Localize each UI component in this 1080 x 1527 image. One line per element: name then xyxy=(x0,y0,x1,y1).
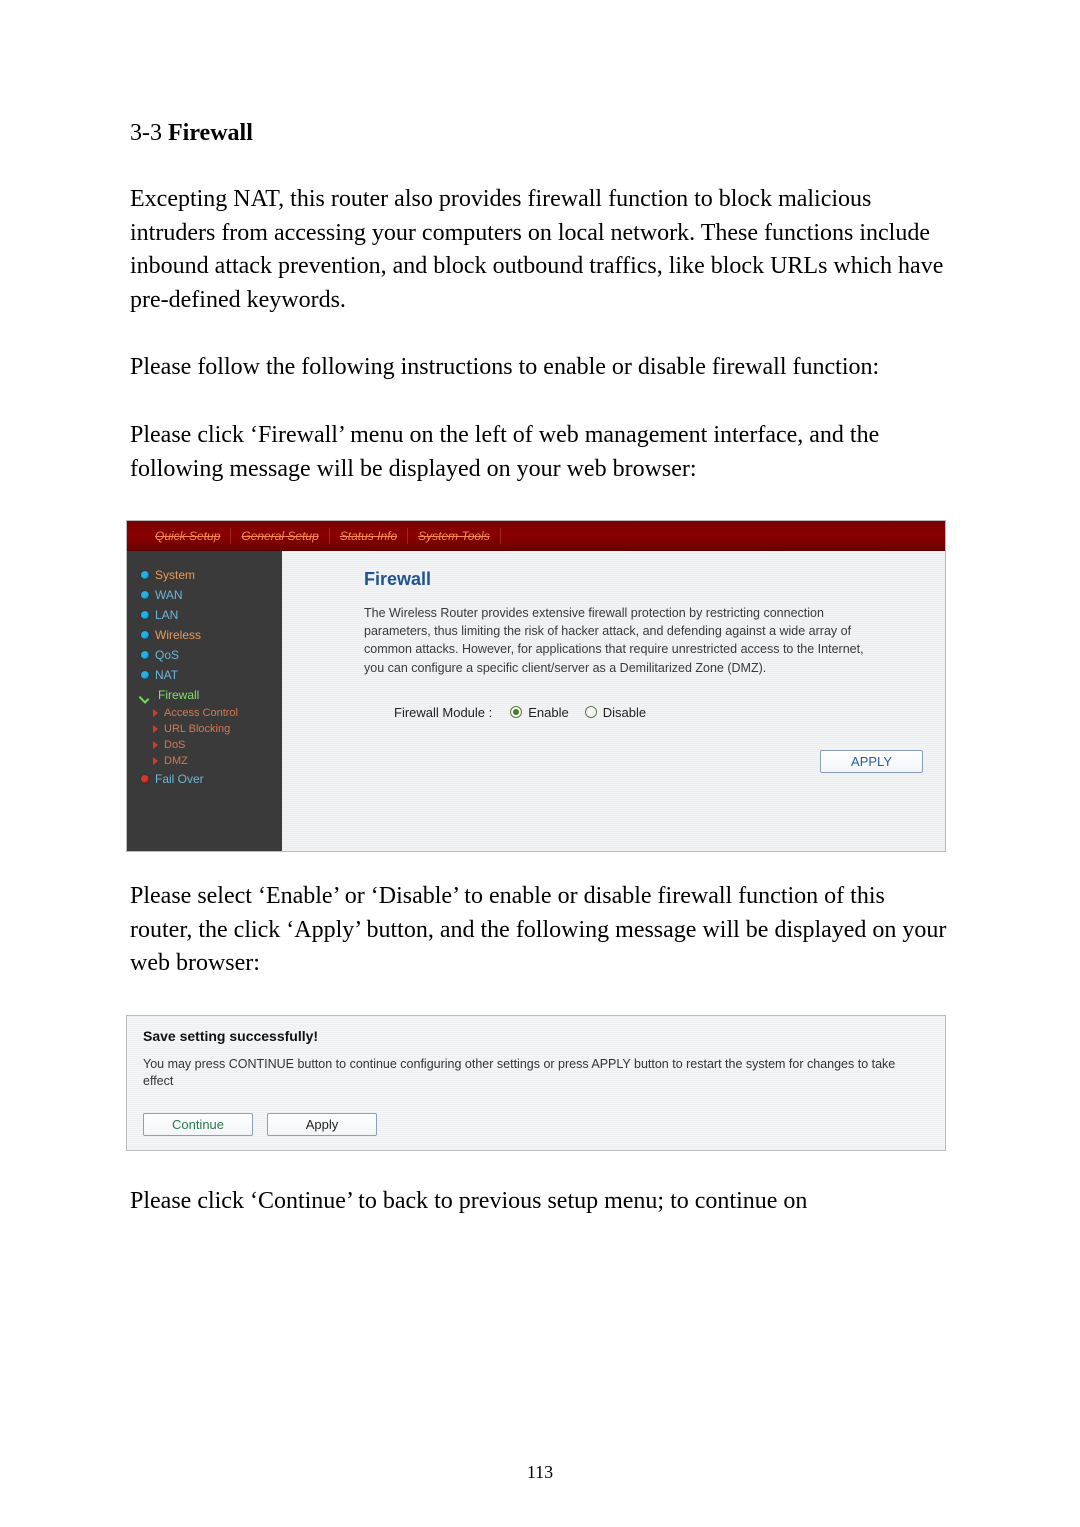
save-buttons-row: Continue Apply xyxy=(143,1113,929,1136)
paragraph: Please follow the following instructions… xyxy=(130,351,950,385)
radio-disable[interactable] xyxy=(585,706,597,718)
sidebar-item-label: LAN xyxy=(155,608,178,622)
router-admin-screenshot: Quick Setup General Setup Status Info Sy… xyxy=(126,520,946,852)
firewall-module-row: Firewall Module : Enable Disable xyxy=(364,705,923,720)
arrow-icon xyxy=(153,725,158,733)
panel-description: The Wireless Router provides extensive f… xyxy=(364,604,884,677)
panel-title: Firewall xyxy=(364,569,923,590)
save-dialog-screenshot: Save setting successfully! You may press… xyxy=(126,1015,946,1151)
sidebar-item-label: QoS xyxy=(155,648,179,662)
arrow-icon xyxy=(153,757,158,765)
bullet-icon xyxy=(141,775,149,783)
radio-enable-label: Enable xyxy=(528,705,568,720)
top-tab[interactable]: Quick Setup xyxy=(145,529,230,543)
apply-button[interactable]: Apply xyxy=(267,1113,377,1136)
sidebar-sub-url-blocking[interactable]: URL Blocking xyxy=(153,721,282,737)
sidebar-sub-dos[interactable]: DoS xyxy=(153,737,282,753)
sidebar-item-label: DMZ xyxy=(164,755,188,767)
paragraph: Please click ‘Firewall’ menu on the left… xyxy=(130,419,950,486)
sidebar: System WAN LAN Wireless QoS NAT xyxy=(127,551,282,851)
sidebar-item-label: Firewall xyxy=(158,688,199,702)
top-tab[interactable]: General Setup xyxy=(231,529,328,543)
sidebar-item-wan[interactable]: WAN xyxy=(141,585,282,605)
section-title: 3-3 Firewall xyxy=(130,120,950,147)
top-tab-bar: Quick Setup General Setup Status Info Sy… xyxy=(127,521,945,551)
save-description: You may press CONTINUE button to continu… xyxy=(143,1056,929,1091)
top-tab[interactable]: Status Info xyxy=(330,529,407,543)
bullet-icon xyxy=(141,611,149,619)
sidebar-sub-dmz[interactable]: DMZ xyxy=(153,753,282,769)
sidebar-item-qos[interactable]: QoS xyxy=(141,645,282,665)
top-tab[interactable]: System Tools xyxy=(408,529,500,543)
sidebar-sub-access-control[interactable]: Access Control xyxy=(153,705,282,721)
paragraph: Excepting NAT, this router also provides… xyxy=(130,183,950,317)
sidebar-item-label: WAN xyxy=(155,588,183,602)
paragraph: Please select ‘Enable’ or ‘Disable’ to e… xyxy=(130,880,950,981)
section-number: 3-3 xyxy=(130,120,162,146)
paragraph: Please click ‘Continue’ to back to previ… xyxy=(130,1185,950,1219)
tab-divider xyxy=(500,528,501,544)
sidebar-item-label: URL Blocking xyxy=(164,723,230,735)
sidebar-subitems: Access Control URL Blocking DoS DMZ xyxy=(141,705,282,769)
sidebar-item-wireless[interactable]: Wireless xyxy=(141,625,282,645)
module-label: Firewall Module : xyxy=(394,705,492,720)
page-number: 113 xyxy=(0,1462,1080,1483)
radio-disable-label: Disable xyxy=(603,705,646,720)
sidebar-item-lan[interactable]: LAN xyxy=(141,605,282,625)
bullet-icon xyxy=(141,571,149,579)
sidebar-item-label: System xyxy=(155,568,195,582)
sidebar-item-label: DoS xyxy=(164,739,185,751)
sidebar-item-label: Fail Over xyxy=(155,772,204,786)
sidebar-item-label: Wireless xyxy=(155,628,201,642)
apply-button[interactable]: APPLY xyxy=(820,750,923,773)
bullet-icon xyxy=(141,651,149,659)
section-name: Firewall xyxy=(168,120,253,146)
radio-enable[interactable] xyxy=(510,706,522,718)
bullet-icon xyxy=(141,671,149,679)
arrow-icon xyxy=(153,709,158,717)
sidebar-item-label: Access Control xyxy=(164,707,238,719)
sidebar-item-label: NAT xyxy=(155,668,178,682)
sidebar-item-nat[interactable]: NAT xyxy=(141,665,282,685)
bullet-icon xyxy=(141,631,149,639)
save-title: Save setting successfully! xyxy=(143,1028,929,1044)
sidebar-item-firewall[interactable]: Firewall xyxy=(141,685,282,705)
arrow-icon xyxy=(153,741,158,749)
bullet-icon xyxy=(141,591,149,599)
sidebar-item-system[interactable]: System xyxy=(141,565,282,585)
sidebar-item-failover[interactable]: Fail Over xyxy=(141,769,282,789)
continue-button[interactable]: Continue xyxy=(143,1113,253,1136)
content-panel: Firewall The Wireless Router provides ex… xyxy=(282,551,945,851)
check-icon xyxy=(141,690,152,701)
